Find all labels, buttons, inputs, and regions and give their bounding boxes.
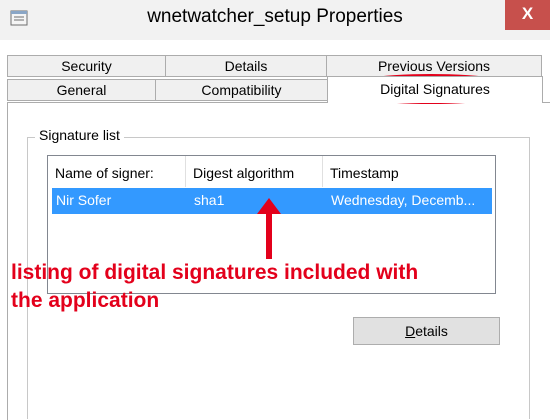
tab-compatibility[interactable]: Compatibility [155, 79, 328, 101]
details-button-rest: etails [415, 323, 448, 339]
red-arrow-annotation [257, 198, 281, 259]
title-bar: wnetwatcher_setup Properties X [0, 0, 550, 40]
column-header-signer[interactable]: Name of signer: [48, 156, 186, 186]
tab-details[interactable]: Details [165, 55, 327, 77]
tab-digital-signatures[interactable]: Digital Signatures [327, 76, 543, 103]
cell-signer-name: Nir Sofer [56, 192, 112, 208]
column-header-timestamp[interactable]: Timestamp [323, 156, 493, 186]
column-header-digest[interactable]: Digest algorithm [186, 156, 323, 186]
tab-general[interactable]: General [7, 79, 156, 101]
annotation-text: listing of digital signatures included w… [11, 259, 541, 315]
close-button[interactable]: X [505, 0, 550, 30]
window-title: wnetwatcher_setup Properties [147, 6, 403, 27]
tab-security[interactable]: Security [7, 55, 166, 77]
details-button[interactable]: Details [353, 317, 500, 345]
signature-list-label: Signature list [35, 127, 124, 143]
details-accelerator: D [405, 323, 416, 339]
annotation-line-1: listing of digital signatures included w… [11, 261, 419, 284]
cell-digest-algorithm: sha1 [194, 192, 225, 208]
cell-timestamp: Wednesday, Decemb... [331, 192, 476, 208]
annotation-line-2: the application [11, 289, 160, 312]
